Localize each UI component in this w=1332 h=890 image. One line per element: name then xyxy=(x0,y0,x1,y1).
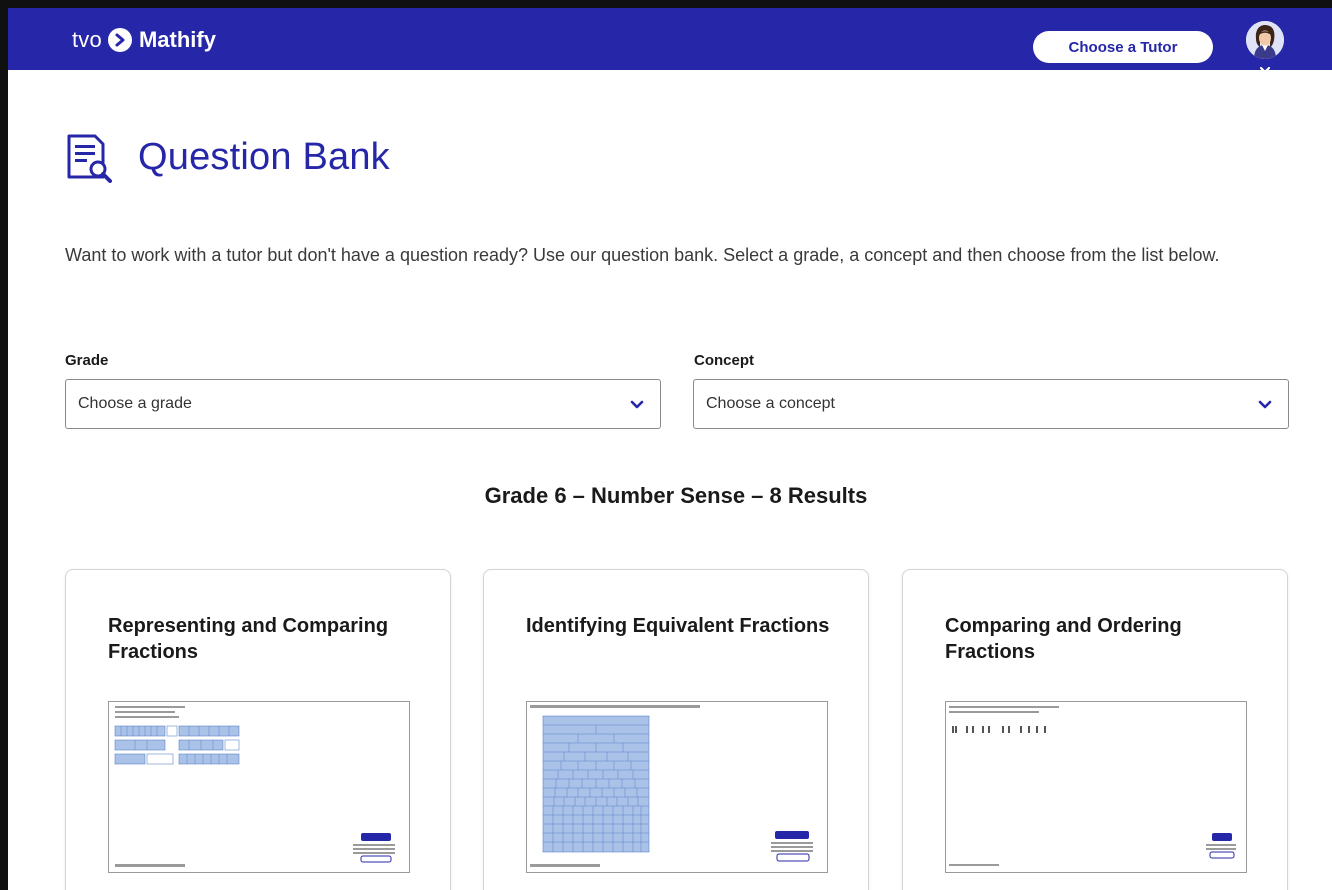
concept-select[interactable]: Choose a concept xyxy=(693,379,1289,429)
avatar xyxy=(1246,21,1284,59)
card-title: Comparing and Ordering Fractions xyxy=(945,615,1182,663)
brand-logo[interactable]: tvo Mathify xyxy=(72,27,216,53)
chevron-down-icon xyxy=(1259,61,1271,79)
concept-select-value: Choose a concept xyxy=(706,395,835,412)
grade-label: Grade xyxy=(65,352,109,369)
grade-select[interactable]: Choose a grade xyxy=(65,379,661,429)
user-menu[interactable] xyxy=(1246,21,1286,74)
concept-label: Concept xyxy=(694,352,754,369)
chevron-down-icon xyxy=(1258,397,1272,415)
question-card[interactable]: Identifying Equivalent Fractions xyxy=(483,569,869,890)
brand-app-name: Mathify xyxy=(138,27,216,52)
window-top-edge xyxy=(0,0,1332,8)
top-nav-bar: tvo Mathify Choose a Tutor xyxy=(8,8,1332,74)
results-heading: Grade 6 – Number Sense – 8 Results xyxy=(484,483,868,508)
question-card[interactable]: Representing and Comparing Fractions xyxy=(65,569,451,890)
card-title: Representing and Comparing Fractions xyxy=(108,615,389,663)
question-card[interactable]: Comparing and Ordering Fractions xyxy=(902,569,1288,890)
question-thumbnail xyxy=(945,701,1247,873)
question-thumbnail xyxy=(526,701,828,873)
card-title: Identifying Equivalent Fractions xyxy=(526,615,830,637)
chevron-right-icon xyxy=(107,28,132,52)
window-left-edge xyxy=(0,0,8,890)
intro-text: Want to work with a tutor but don't have… xyxy=(65,245,1220,265)
page-title: Question Bank xyxy=(138,136,390,178)
choose-tutor-button[interactable]: Choose a Tutor xyxy=(1033,31,1213,63)
question-thumbnail xyxy=(108,701,410,873)
question-bank-icon xyxy=(65,133,117,183)
brand-tvo: tvo xyxy=(72,27,102,52)
grade-select-value: Choose a grade xyxy=(78,395,192,412)
chevron-down-icon xyxy=(630,397,644,415)
